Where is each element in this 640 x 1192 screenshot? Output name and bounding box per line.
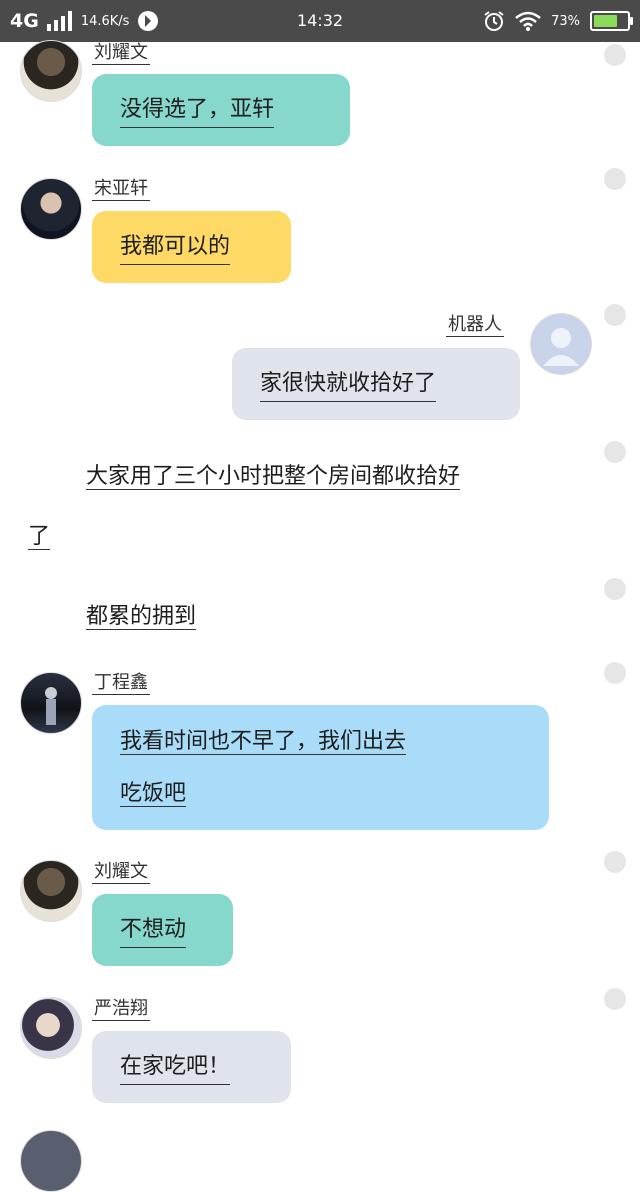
avatar[interactable] bbox=[530, 313, 592, 375]
message-text: 在家吃吧！ bbox=[120, 1050, 231, 1085]
narration-line: 大家用了三个小时把整个房间都收拾好 bbox=[86, 458, 461, 490]
sender-name: 机器人 bbox=[446, 314, 504, 337]
avatar[interactable] bbox=[20, 40, 82, 102]
select-dot[interactable] bbox=[604, 851, 626, 873]
sender-name: 刘耀文 bbox=[92, 861, 150, 884]
message-text: 不想动 bbox=[120, 913, 187, 948]
select-dot[interactable] bbox=[604, 304, 626, 326]
performer-image bbox=[45, 687, 57, 725]
message-text: 我都可以的 bbox=[120, 230, 231, 265]
select-dot[interactable] bbox=[604, 578, 626, 600]
avatar[interactable] bbox=[20, 997, 82, 1059]
battery-fill bbox=[594, 15, 618, 27]
status-bar: 4G 14.6K/s 14:32 73% bbox=[0, 0, 640, 42]
narration-line: 都累的拥到 bbox=[86, 598, 197, 630]
select-dot[interactable] bbox=[604, 441, 626, 463]
message-bubble[interactable]: 不想动 bbox=[92, 894, 233, 966]
message-bubble[interactable]: 我都可以的 bbox=[92, 211, 291, 283]
sender-name: 宋亚轩 bbox=[92, 178, 150, 201]
narration-line: 了 bbox=[28, 518, 51, 550]
select-dot[interactable] bbox=[604, 662, 626, 684]
message-bubble[interactable]: 没得选了，亚轩 bbox=[92, 74, 350, 146]
default-user-icon bbox=[543, 328, 579, 366]
alarm-icon bbox=[484, 11, 504, 31]
select-dot[interactable] bbox=[604, 988, 626, 1010]
avatar[interactable] bbox=[20, 860, 82, 922]
message-text: 没得选了，亚轩 bbox=[120, 93, 275, 128]
narration-text: 大家用了三个小时把整个房间都收拾好 bbox=[86, 464, 461, 490]
sender-name: 严浩翔 bbox=[92, 998, 150, 1021]
status-right: 73% bbox=[483, 0, 633, 42]
message-bubble[interactable]: 家很快就收拾好了 bbox=[232, 348, 520, 420]
battery-percent: 73% bbox=[551, 13, 580, 29]
select-dot[interactable] bbox=[604, 44, 626, 66]
select-dot[interactable] bbox=[604, 168, 626, 190]
narration-text: 了 bbox=[28, 524, 51, 550]
wifi-icon bbox=[515, 11, 541, 31]
avatar[interactable] bbox=[20, 1130, 82, 1192]
avatar[interactable] bbox=[20, 672, 82, 734]
narration-text: 都累的拥到 bbox=[86, 604, 197, 630]
sender-name: 刘耀文 bbox=[92, 42, 150, 65]
battery-icon bbox=[590, 11, 633, 31]
message-text: 我看时间也不早了，我们出去 bbox=[120, 729, 407, 755]
message-text: 吃饭吧 bbox=[120, 781, 187, 807]
avatar[interactable] bbox=[20, 178, 82, 240]
sender-name: 丁程鑫 bbox=[92, 672, 150, 695]
message-bubble[interactable]: 在家吃吧！ bbox=[92, 1031, 291, 1103]
message-bubble[interactable]: 我看时间也不早了，我们出去 吃饭吧 bbox=[92, 705, 549, 830]
message-text: 家很快就收拾好了 bbox=[260, 367, 437, 402]
